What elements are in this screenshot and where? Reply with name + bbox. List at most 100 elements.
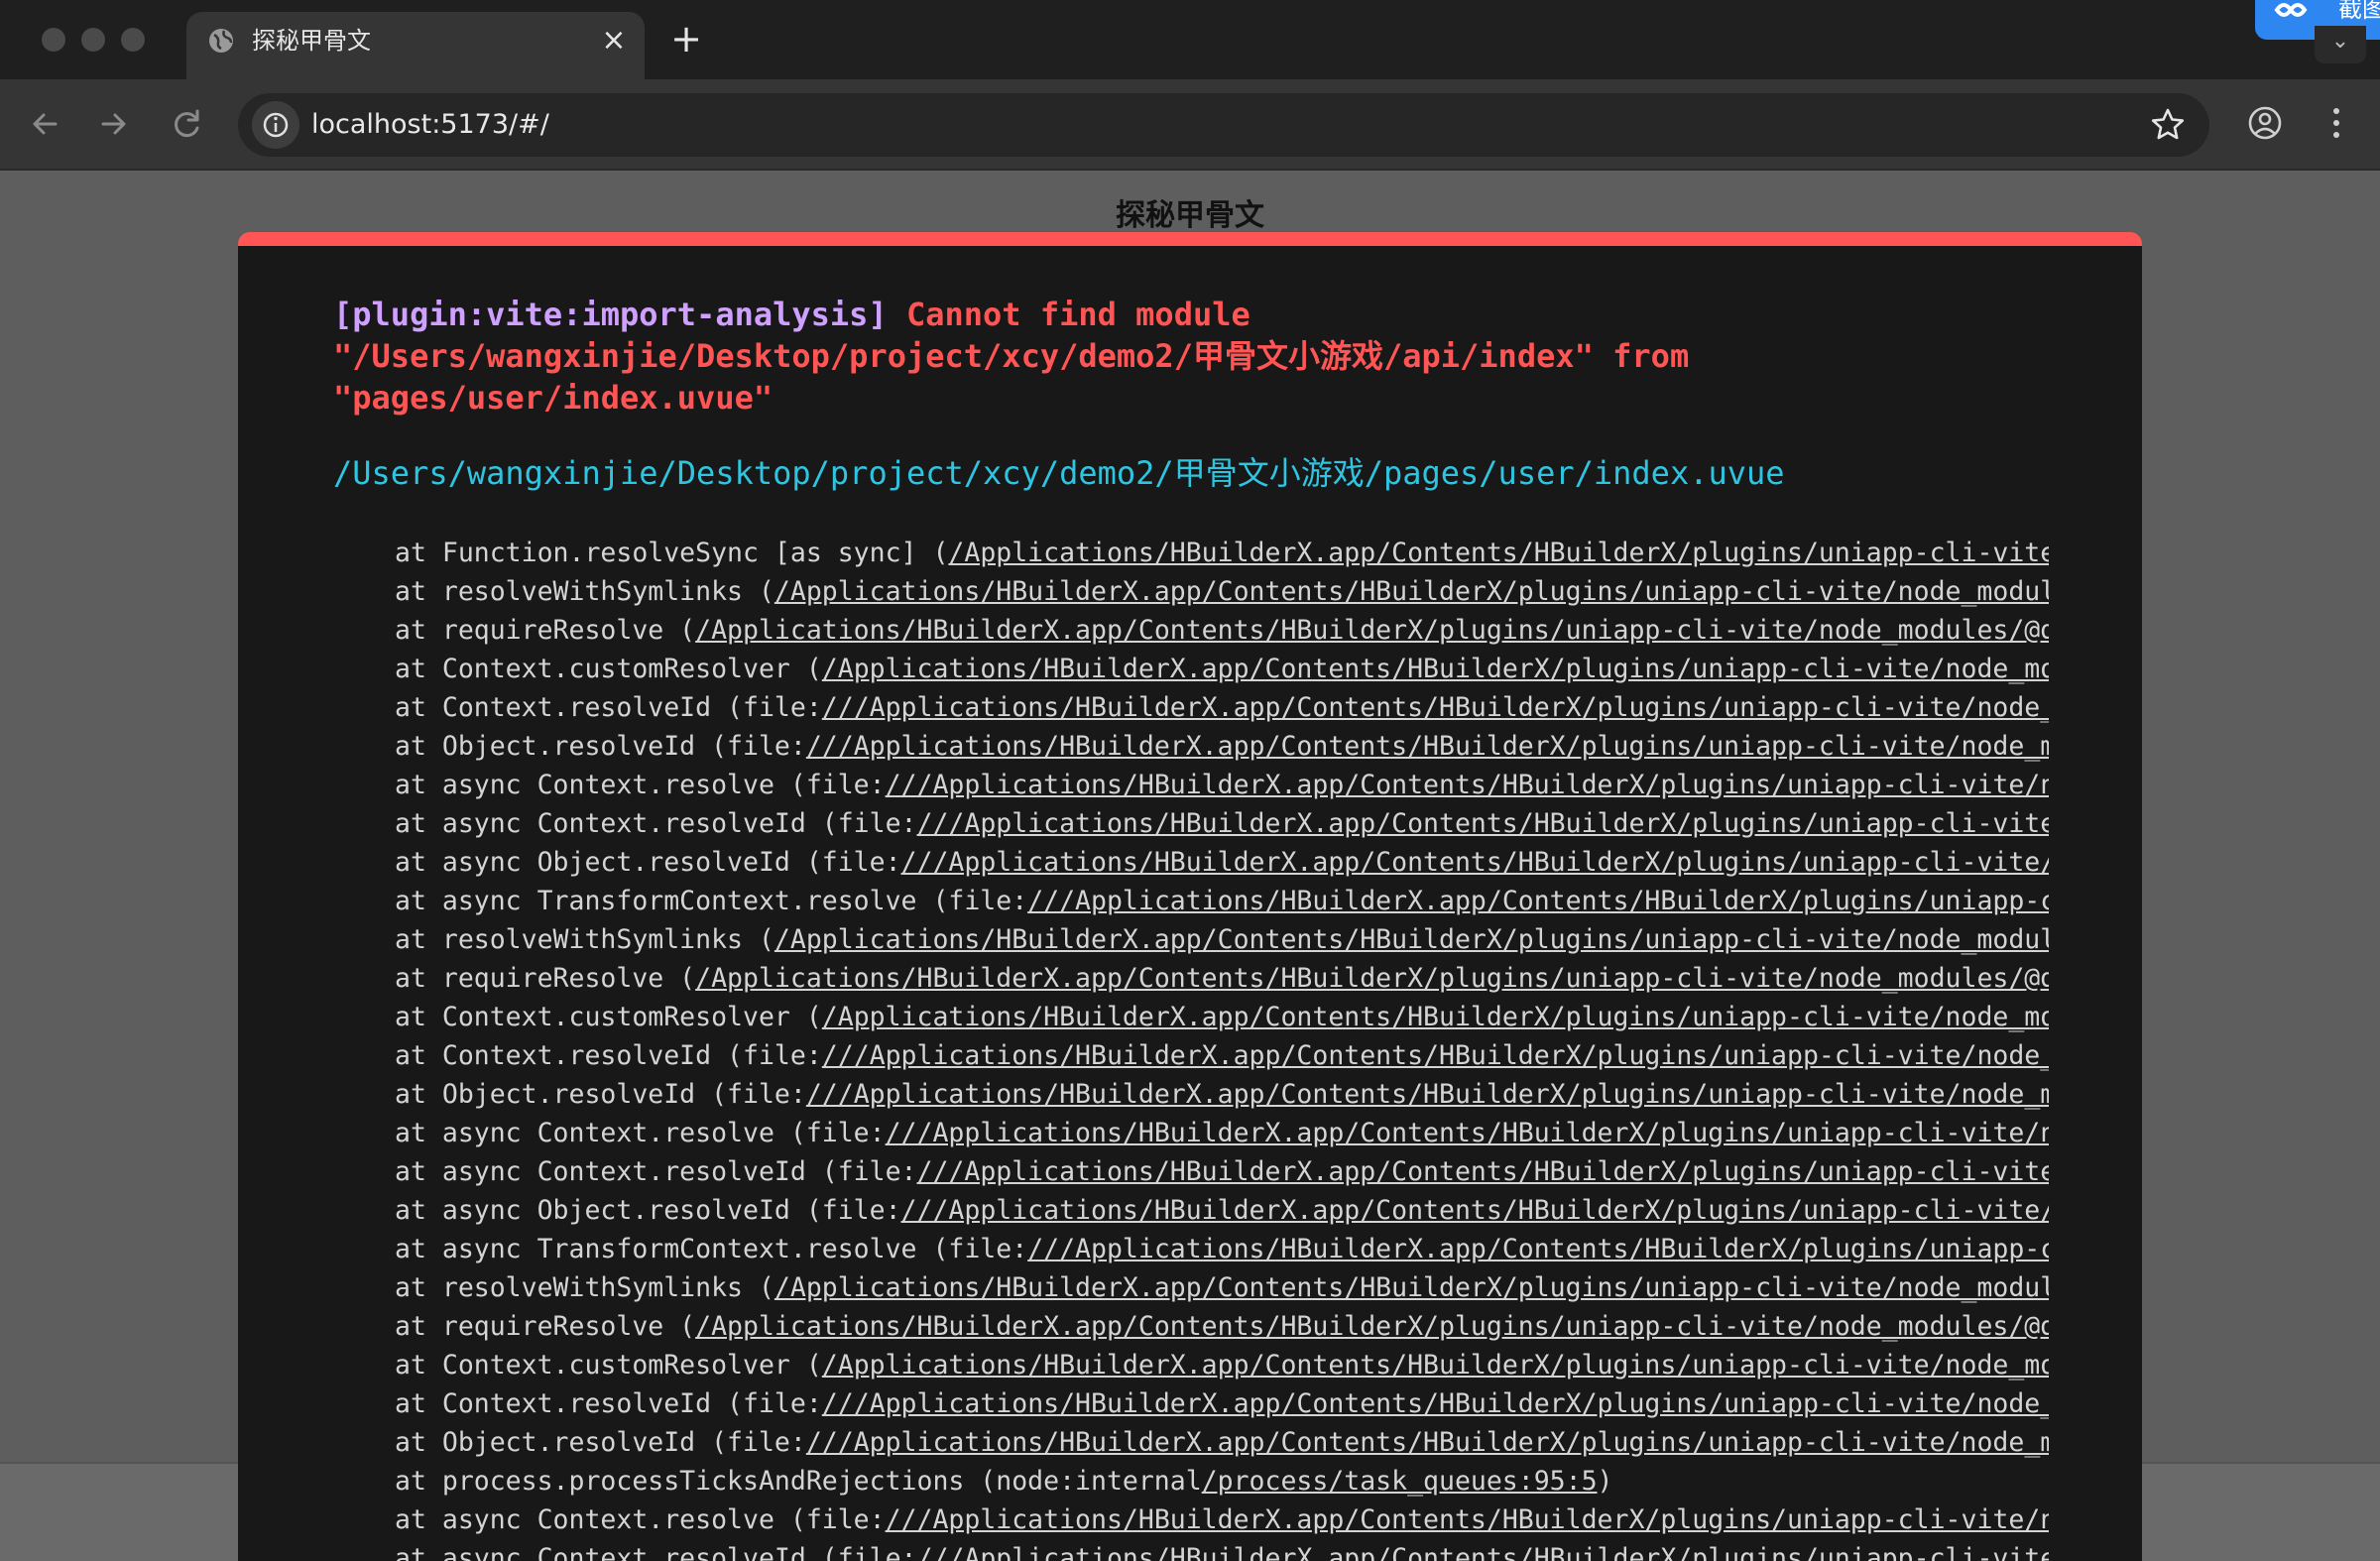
stack-frame: at process.processTicksAndRejections (no…: [395, 1462, 2049, 1501]
stack-frame: at requireResolve (/Applications/HBuilde…: [395, 611, 2049, 650]
stack-frame: at Function.resolveSync [as sync] (/Appl…: [395, 534, 2049, 572]
stack-frame: at async TransformContext.resolve (file:…: [395, 882, 2049, 920]
window-close-control[interactable]: [42, 28, 65, 52]
stack-frame: at async Context.resolve (file:///Applic…: [395, 766, 2049, 804]
stack-frame: at Context.resolveId (file:///Applicatio…: [395, 1384, 2049, 1423]
stack-frame-location-link[interactable]: ///Applications/HBuilderX.app/Contents/H…: [822, 1388, 2049, 1419]
stack-frame: at resolveWithSymlinks (/Applications/HB…: [395, 572, 2049, 611]
stack-frame-caller: at async Context.resolve (file:: [395, 1118, 886, 1148]
stack-frame-location-link[interactable]: /Applications/HBuilderX.app/Contents/HBu…: [822, 1002, 2049, 1032]
profile-avatar-icon[interactable]: [2243, 101, 2287, 145]
bookmark-star-icon[interactable]: [2148, 105, 2188, 145]
stack-frame-location-link[interactable]: ///Applications/HBuilderX.app/Contents/H…: [901, 847, 2049, 878]
stack-frame: at requireResolve (/Applications/HBuilde…: [395, 959, 2049, 998]
window-zoom-control[interactable]: [121, 28, 145, 52]
stack-frame-caller: at resolveWithSymlinks (: [395, 1272, 774, 1303]
stack-frame: at resolveWithSymlinks (/Applications/HB…: [395, 920, 2049, 959]
stack-frame: at resolveWithSymlinks (/Applications/HB…: [395, 1268, 2049, 1307]
stack-frame-location-link[interactable]: ///Applications/HBuilderX.app/Contents/H…: [1027, 1234, 2049, 1264]
tab-close-icon[interactable]: ×: [597, 24, 631, 58]
stack-frame-caller: at Context.resolveId (file:: [395, 1040, 822, 1071]
page-title: 探秘甲骨文: [1116, 198, 1264, 233]
error-stack-trace: at Function.resolveSync [as sync] (/Appl…: [395, 534, 2049, 1561]
stack-frame-location-link[interactable]: /Applications/HBuilderX.app/Contents/HBu…: [774, 924, 2049, 955]
window-minimize-control[interactable]: [81, 28, 105, 52]
globe-icon: [209, 29, 233, 53]
stack-frame: at Object.resolveId (file:///Application…: [395, 727, 2049, 766]
stack-frame-location-link[interactable]: ///Applications/HBuilderX.app/Contents/H…: [822, 692, 2049, 723]
stack-frame-location-link[interactable]: ///Applications/HBuilderX.app/Contents/H…: [806, 731, 2049, 762]
stack-frame: at Context.customResolver (/Applications…: [395, 998, 2049, 1036]
tab-title: 探秘甲骨文: [252, 27, 371, 55]
stack-frame-caller: at requireResolve (: [395, 1311, 696, 1342]
browser-toolbar: localhost:5173/#/: [0, 79, 2380, 171]
stack-frame: at Context.resolveId (file:///Applicatio…: [395, 1036, 2049, 1075]
stack-frame-location-link[interactable]: ///Applications/HBuilderX.app/Contents/H…: [886, 1118, 2049, 1148]
stack-frame: at async Context.resolve (file:///Applic…: [395, 1501, 2049, 1539]
stack-frame-caller: at async Context.resolveId (file:: [395, 1156, 917, 1187]
reload-icon[interactable]: [163, 99, 212, 149]
stack-frame-caller: at Context.customResolver (: [395, 654, 822, 684]
stack-frame-location-link[interactable]: /Applications/HBuilderX.app/Contents/HBu…: [822, 1350, 2049, 1381]
stack-frame-location-link[interactable]: /Applications/HBuilderX.app/Contents/HBu…: [695, 615, 2049, 646]
stack-frame-location-link[interactable]: ///Applications/HBuilderX.app/Contents/H…: [917, 1156, 2050, 1187]
stack-frame: at async Object.resolveId (file:///Appli…: [395, 843, 2049, 882]
stack-frame-caller: at Object.resolveId (file:: [395, 731, 806, 762]
stack-frame: at Object.resolveId (file:///Application…: [395, 1075, 2049, 1114]
site-info-icon[interactable]: [252, 101, 299, 149]
forward-arrow-icon[interactable]: [89, 99, 139, 149]
browser-tab[interactable]: 探秘甲骨文 ×: [186, 12, 645, 79]
stack-frame: at async Context.resolve (file:///Applic…: [395, 1114, 2049, 1152]
stack-frame-caller: at async Context.resolveId (file:: [395, 808, 917, 839]
address-bar[interactable]: localhost:5173/#/: [238, 93, 2209, 157]
stack-frame: at async Context.resolveId (file:///Appl…: [395, 1539, 2049, 1561]
stack-frame-caller: at Context.customResolver (: [395, 1350, 822, 1381]
stack-frame-caller: at async TransformContext.resolve (file:: [395, 1234, 1028, 1264]
stack-frame-caller: at requireResolve (: [395, 963, 696, 994]
stack-frame-location-link[interactable]: ///Applications/HBuilderX.app/Contents/H…: [1027, 886, 2049, 916]
stack-frame-location-link[interactable]: ///Applications/HBuilderX.app/Contents/H…: [886, 1504, 2049, 1535]
stack-frame-location-link[interactable]: ///Applications/HBuilderX.app/Contents/H…: [917, 1543, 2050, 1561]
stack-frame: at async Context.resolveId (file:///Appl…: [395, 804, 2049, 843]
stack-frame-location-link[interactable]: /Applications/HBuilderX.app/Contents/HBu…: [695, 1311, 2049, 1342]
stack-frame-location-link[interactable]: ///Applications/HBuilderX.app/Contents/H…: [806, 1427, 2049, 1458]
stack-frame: at Object.resolveId (file:///Application…: [395, 1423, 2049, 1462]
stack-frame: at Context.resolveId (file:///Applicatio…: [395, 688, 2049, 727]
stack-frame-location-link[interactable]: ///Applications/HBuilderX.app/Contents/H…: [917, 808, 2050, 839]
stack-frame-location-link[interactable]: /Applications/HBuilderX.app/Contents/HBu…: [774, 1272, 2049, 1303]
browser-titlebar: 探秘甲骨文 × + 截图 ⌄: [0, 0, 2380, 79]
error-file-path[interactable]: /Users/wangxinjie/Desktop/project/xcy/de…: [333, 452, 1785, 494]
stack-frame-location-link[interactable]: ///Applications/HBuilderX.app/Contents/H…: [822, 1040, 2049, 1071]
stack-frame-location-link[interactable]: /Applications/HBuilderX.app/Contents/HBu…: [822, 654, 2049, 684]
extension-label: 截图: [2338, 0, 2380, 23]
error-message: [plugin:vite:import-analysis] Cannot fin…: [333, 294, 2059, 419]
stack-frame: at Context.customResolver (/Applications…: [395, 1346, 2049, 1384]
url-text[interactable]: localhost:5173/#/: [311, 107, 549, 143]
back-arrow-icon[interactable]: [20, 99, 69, 149]
stack-frame-caller: at Context.customResolver (: [395, 1002, 822, 1032]
stack-frame: at async TransformContext.resolve (file:…: [395, 1230, 2049, 1268]
stack-frame-location-link[interactable]: ///Applications/HBuilderX.app/Contents/H…: [806, 1079, 2049, 1110]
stack-frame-location-link[interactable]: /process/task_queues:95:5: [1202, 1466, 1598, 1497]
stack-frame-caller: at async Context.resolve (file:: [395, 1504, 886, 1535]
error-message-line-3: "pages/user/index.uvue": [333, 379, 774, 417]
stack-frame-caller: at async TransformContext.resolve (file:: [395, 886, 1028, 916]
more-menu-icon[interactable]: [2317, 101, 2356, 145]
stack-frame-caller: at async Context.resolve (file:: [395, 770, 886, 800]
vite-error-overlay: [plugin:vite:import-analysis] Cannot fin…: [238, 232, 2142, 1561]
new-tab-button[interactable]: +: [666, 20, 706, 60]
stack-frame-location-link[interactable]: /Applications/HBuilderX.app/Contents/HBu…: [695, 963, 2049, 994]
stack-frame-location-link[interactable]: ///Applications/HBuilderX.app/Contents/H…: [886, 770, 2049, 800]
stack-frame-caller: at Context.resolveId (file:: [395, 1388, 822, 1419]
stack-frame-location-link[interactable]: ///Applications/HBuilderX.app/Contents/H…: [901, 1195, 2049, 1226]
stack-frame-caller: at requireResolve (: [395, 615, 696, 646]
infinity-icon: [2274, 3, 2308, 17]
stack-frame-caller: at resolveWithSymlinks (: [395, 924, 774, 955]
stack-frame-caller: at Object.resolveId (file:: [395, 1079, 806, 1110]
tab-search-chevron-icon[interactable]: ⌄: [2315, 26, 2366, 63]
stack-frame-caller: at process.processTicksAndRejections (no…: [395, 1466, 1202, 1497]
stack-frame: at async Context.resolveId (file:///Appl…: [395, 1152, 2049, 1191]
stack-frame-location-link[interactable]: /Applications/HBuilderX.app/Contents/HBu…: [948, 538, 2049, 568]
stack-frame: at requireResolve (/Applications/HBuilde…: [395, 1307, 2049, 1346]
stack-frame-location-link[interactable]: /Applications/HBuilderX.app/Contents/HBu…: [774, 576, 2049, 607]
